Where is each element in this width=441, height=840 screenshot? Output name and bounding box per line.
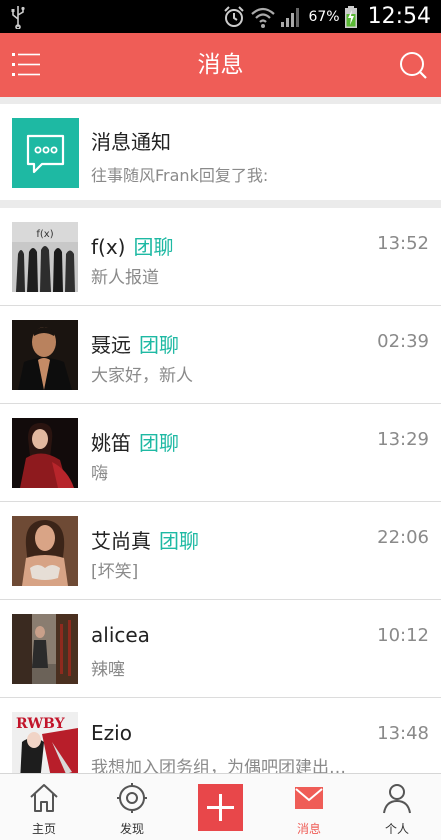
group-chat-tag: 团聊: [139, 333, 179, 357]
chat-time: 10:12: [377, 625, 429, 646]
chat-name-text: 聂远: [91, 333, 131, 357]
chat-last-message: 大家好，新人: [91, 366, 193, 386]
chat-name-text: alicea: [91, 623, 150, 647]
avatar-logo-text: RWBY: [16, 716, 66, 732]
clock: 12:54: [367, 4, 431, 29]
chat-name: f(x) 团聊: [91, 231, 173, 260]
nav-label: 消息: [296, 822, 321, 836]
chat-row-yaodi[interactable]: 姚笛 团聊 13:29 嗨: [0, 404, 441, 502]
chat-time: 13:29: [377, 429, 429, 450]
chat-row-fx[interactable]: f(x) f(x) 团聊 13:52 新人报道: [0, 208, 441, 306]
add-button[interactable]: [198, 784, 243, 831]
chat-last-message: 新人报道: [91, 268, 159, 288]
avatar: RWBY: [12, 712, 78, 782]
battery-charging-icon: [344, 5, 357, 28]
person-icon: [383, 784, 411, 814]
home-icon: [30, 784, 58, 812]
chat-name: alicea: [91, 623, 158, 647]
nav-messages[interactable]: 消息: [265, 774, 353, 840]
chat-name-text: Ezio: [91, 721, 132, 745]
chat-name: 姚笛 团聊: [91, 427, 179, 456]
chat-time: 13:52: [377, 233, 429, 254]
chat-name: 聂远 团聊: [91, 329, 179, 358]
chat-name-text: 艾尚真: [91, 529, 151, 553]
nav-profile[interactable]: 个人: [353, 774, 441, 840]
chat-list: f(x) f(x) 团聊 13:52 新人报道 聂远 团聊 02:39 大家好，新人: [0, 208, 441, 796]
group-chat-tag: 团聊: [133, 235, 174, 259]
nav-label: 主页: [31, 822, 56, 836]
notification-title: 消息通知: [91, 130, 171, 154]
divider: [0, 97, 441, 104]
avatar: [12, 516, 78, 586]
avatar: f(x): [12, 222, 78, 292]
bottom-nav: 主页 发现 消息 个人: [0, 773, 441, 840]
avatar-logo-text: f(x): [36, 229, 53, 240]
group-chat-tag: 团聊: [139, 431, 179, 455]
discover-icon: [117, 783, 147, 813]
alarm-icon: [224, 5, 245, 27]
nav-label: 个人: [384, 822, 409, 836]
chat-row-nieyuan[interactable]: 聂远 团聊 02:39 大家好，新人: [0, 306, 441, 404]
chat-last-message: 嗨: [91, 464, 108, 484]
usb-icon: [11, 6, 25, 29]
wifi-icon: [251, 7, 276, 28]
chat-row-alicea[interactable]: alicea 10:12 辣噻: [0, 600, 441, 698]
chat-time: 02:39: [377, 331, 429, 352]
add-icon: [207, 794, 234, 821]
chat-name-text: f(x): [91, 235, 126, 259]
chat-bubble-icon: [26, 134, 65, 174]
divider: [0, 200, 441, 208]
chat-last-message: 辣噻: [91, 660, 125, 680]
avatar: [12, 418, 78, 488]
chat-name: Ezio: [91, 721, 140, 745]
status-bar: 67% 12:54: [0, 0, 441, 33]
nav-home[interactable]: 主页: [0, 774, 88, 840]
page-title: 消息: [197, 52, 244, 78]
chat-name-text: 姚笛: [91, 431, 131, 455]
nav-discover[interactable]: 发现: [88, 774, 176, 840]
search-icon[interactable]: [398, 50, 428, 80]
nav-label: 发现: [119, 822, 144, 836]
notification-subtitle: 往事随风Frank回复了我:: [91, 166, 269, 185]
notification-row[interactable]: 消息通知 往事随风Frank回复了我:: [0, 104, 441, 200]
battery-percent: 67%: [308, 8, 340, 25]
signal-icon: [281, 7, 300, 27]
avatar: [12, 614, 78, 684]
mail-icon: [295, 787, 323, 809]
chat-name: 艾尚真 团聊: [91, 525, 199, 554]
chat-last-message: [坏笑]: [91, 562, 139, 582]
chat-time: 13:48: [377, 723, 429, 744]
app-header: 消息: [0, 33, 441, 97]
chat-time: 22:06: [377, 527, 429, 548]
group-chat-tag: 团聊: [159, 529, 199, 553]
chat-row-aishangzhen[interactable]: 艾尚真 团聊 22:06 [坏笑]: [0, 502, 441, 600]
notification-icon-tile: [12, 118, 79, 188]
avatar: [12, 320, 78, 390]
